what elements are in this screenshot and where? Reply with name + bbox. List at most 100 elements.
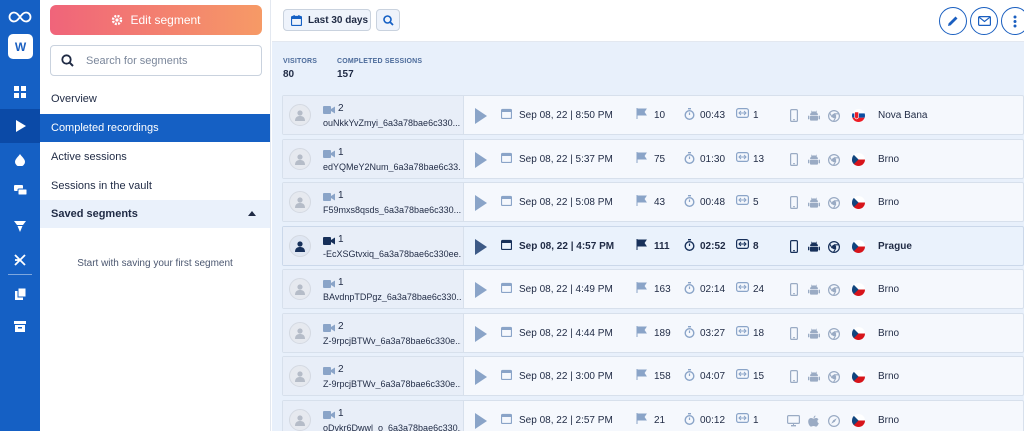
- more-options-button[interactable]: [1001, 7, 1024, 35]
- play-icon[interactable]: [475, 325, 487, 342]
- video-camera-icon: [323, 236, 335, 245]
- date-range-button[interactable]: Last 30 days: [283, 9, 371, 31]
- rail-heatmaps[interactable]: [0, 143, 40, 177]
- user-icon: [295, 110, 305, 121]
- rail-funnels[interactable]: [0, 209, 40, 243]
- event-count: 163: [654, 284, 671, 295]
- session-duration: 00:12: [700, 414, 726, 426]
- workspace-avatar[interactable]: W: [8, 34, 33, 59]
- chrome-icon: [827, 196, 841, 214]
- search-recordings-button[interactable]: [376, 9, 400, 31]
- pages-icon: [736, 238, 749, 249]
- recording-row-8[interactable]: 1 oDvkr6Dwwl_o_6a3a78bae6c330... Sep 08,…: [282, 399, 1024, 431]
- video-camera-icon: [323, 193, 335, 201]
- recording-row-7[interactable]: 2 Z-9rpcjBTWv_6a3a78bae6c330e... Sep 08,…: [282, 356, 1024, 396]
- visitor-cell: 1 edYQMeY2Num_6a3a78bae6c33...: [283, 139, 464, 178]
- event-count: 158: [654, 371, 671, 382]
- visitor-avatar: [289, 191, 311, 213]
- nav-overview[interactable]: Overview: [40, 85, 270, 113]
- play-icon[interactable]: [475, 238, 487, 255]
- edit-segment-button[interactable]: Edit segment: [50, 5, 262, 35]
- safari-icon: [827, 414, 841, 431]
- play-icon[interactable]: [475, 369, 487, 385]
- recording-date: Sep 08, 22 | 8:50 PM: [519, 110, 613, 121]
- search-icon: [61, 54, 74, 67]
- visitor-id: Z-9rpcjBTWv_6a3a78bae6c330e...: [323, 379, 461, 389]
- date-range-label: Last 30 days: [308, 14, 369, 26]
- recording-row-5[interactable]: 1 BAvdnpTDPgz_6a3a78bae6c330... Sep 08, …: [282, 269, 1024, 309]
- user-icon: [295, 327, 305, 339]
- flag-events-icon: [636, 412, 647, 424]
- completed-sessions-value: 157: [337, 69, 354, 80]
- flag-czechia-icon: [852, 239, 865, 253]
- recording-row-1[interactable]: 2 ouNkkYvZmyi_6a3a78bae6c330... Sep 08, …: [282, 95, 1024, 135]
- saved-segments-empty-message: Start with saving your first segment: [77, 258, 233, 269]
- rail-reports[interactable]: [0, 277, 40, 311]
- edit-pencil-button[interactable]: [939, 7, 967, 35]
- flag-events-icon: [636, 282, 647, 293]
- recording-row-2[interactable]: 1 edYQMeY2Num_6a3a78bae6c33... Sep 08, 2…: [282, 138, 1024, 179]
- rail-experiments[interactable]: [0, 243, 40, 277]
- event-count: 43: [654, 197, 666, 208]
- nav-active-sessions[interactable]: Active sessions: [40, 143, 270, 171]
- visitor-avatar: [289, 408, 311, 431]
- edit-segment-label: Edit segment: [130, 13, 201, 27]
- android-icon: [808, 327, 820, 345]
- user-icon: [295, 240, 305, 252]
- flag-events-icon: [636, 238, 647, 250]
- stopwatch-icon: [684, 282, 695, 294]
- visitor-cell: 1 oDvkr6Dwwl_o_6a3a78bae6c330...: [283, 400, 464, 431]
- caret-up-icon: [248, 211, 256, 216]
- pages-icon: [736, 151, 749, 162]
- stopwatch-icon: [684, 412, 695, 425]
- city-name: Brno: [878, 327, 900, 339]
- stopwatch-icon: [684, 325, 695, 338]
- chrome-icon: [827, 240, 841, 258]
- visitor-avatar: [289, 147, 311, 170]
- rail-dashboard[interactable]: [0, 75, 40, 109]
- infinity-logo-icon[interactable]: [0, 6, 40, 28]
- segments-sidebar: Edit segment Overview Completed recordin…: [40, 0, 271, 431]
- segment-search-input[interactable]: [86, 54, 246, 67]
- session-duration: 04:07: [700, 371, 726, 382]
- rail-feedback[interactable]: [0, 173, 40, 207]
- play-icon[interactable]: [475, 412, 487, 429]
- city-name: Brno: [878, 197, 900, 208]
- session-duration: 03:27: [700, 327, 726, 339]
- gear-icon: [112, 14, 123, 26]
- play-icon[interactable]: [475, 282, 487, 298]
- event-count: 10: [654, 110, 666, 121]
- video-camera-icon: [323, 280, 335, 288]
- nav-sessions-in-vault[interactable]: Sessions in the vault: [40, 172, 270, 200]
- recording-row-6[interactable]: 2 Z-9rpcjBTWv_6a3a78bae6c330e... Sep 08,…: [282, 312, 1024, 353]
- session-duration: 02:14: [700, 284, 726, 295]
- user-icon: [295, 371, 305, 382]
- rail-recordings[interactable]: [0, 109, 40, 143]
- pages-icon: [736, 195, 749, 205]
- dashboard-icon: [14, 86, 26, 98]
- visitor-id: Z-9rpcjBTWv_6a3a78bae6c330e...: [323, 335, 461, 346]
- visitor-cell: 2 ouNkkYvZmyi_6a3a78bae6c330...: [283, 96, 464, 134]
- heatmaps-icon: [15, 154, 25, 166]
- mail-icon: [977, 16, 991, 26]
- segment-search-box: [50, 45, 262, 76]
- recording-row-3[interactable]: 1 F59mxs8qsds_6a3a78bae6c330... Sep 08, …: [282, 182, 1024, 222]
- calendar-icon: [501, 413, 512, 424]
- calendar-icon: [501, 369, 512, 380]
- play-icon[interactable]: [475, 108, 487, 124]
- recording-row-4[interactable]: 1 -EcXSGtvxiq_6a3a78bae6c330ee... Sep 08…: [282, 225, 1024, 266]
- visitors-label: VISITORS: [283, 58, 318, 65]
- flag-slovakia-icon: [852, 109, 865, 122]
- video-camera-icon: [323, 149, 335, 158]
- nav-completed-recordings[interactable]: Completed recordings: [40, 114, 270, 142]
- saved-segments-header[interactable]: Saved segments: [40, 200, 270, 228]
- play-icon[interactable]: [475, 151, 487, 168]
- flag-events-icon: [636, 151, 647, 163]
- flag-events-icon: [636, 369, 647, 380]
- play-icon[interactable]: [475, 195, 487, 211]
- rail-separator: [8, 274, 32, 275]
- main-panel: Last 30 days VISITORS 80 COMPLETED SESSI…: [272, 0, 1024, 431]
- android-icon: [808, 196, 820, 214]
- rail-archive[interactable]: [0, 309, 40, 343]
- email-report-button[interactable]: [970, 7, 998, 35]
